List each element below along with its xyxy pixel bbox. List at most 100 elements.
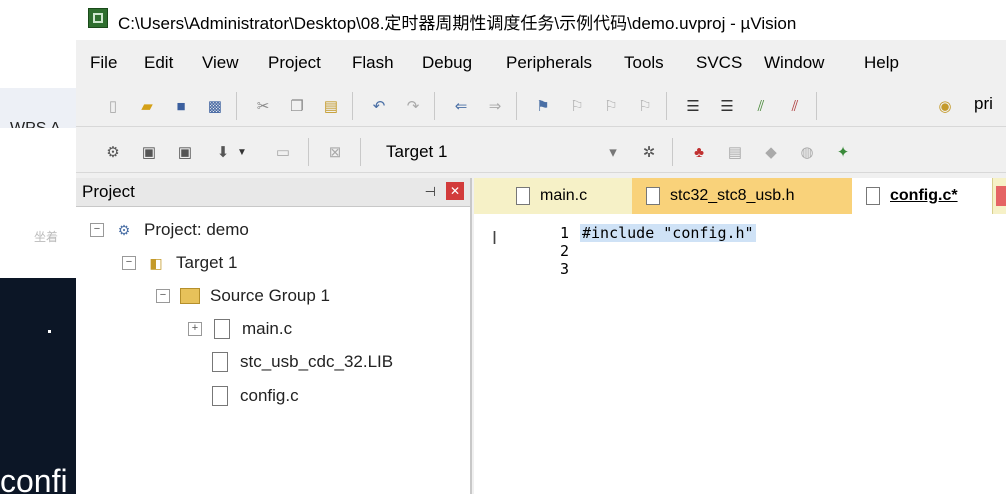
prev-bookmark-icon[interactable]: ⚐ [566, 95, 588, 117]
file-toolbar: ▯ ▰ ■ ▩ ✂ ❐ ▤ ↶ ↷ ⇐ ⇒ ⚑ ⚐ ⚐ ⚐ ☰ ☰ ⫽ ⫽ ◉ … [76, 86, 1006, 127]
menu-edit[interactable]: Edit [144, 53, 173, 73]
tab-stc32-stc8-usb-h[interactable]: stc32_stc8_usb.h [632, 178, 853, 214]
dark-background-panel: confi [0, 278, 76, 494]
comment-icon[interactable]: ⫽ [750, 95, 772, 117]
text-cursor-icon: I [492, 228, 498, 248]
tab-config-c[interactable]: config.c* [852, 178, 993, 214]
editor-area: main.c stc32_stc8_usb.h config.c* I 1 2 … [474, 178, 1006, 494]
find-in-files-icon[interactable]: ◉ [934, 95, 956, 117]
new-file-icon[interactable]: ▯ [102, 95, 124, 117]
tree-label: stc_usb_cdc_32.LIB [240, 352, 394, 371]
file-icon [516, 187, 530, 205]
title-bar: C:\Users\Administrator\Desktop\08.定时器周期性… [76, 0, 1006, 40]
tree-label: Target 1 [176, 253, 238, 272]
paste-icon[interactable]: ▤ [320, 95, 342, 117]
uncomment-icon[interactable]: ⫽ [784, 95, 806, 117]
line-number: 1 [560, 224, 570, 242]
save-icon[interactable]: ■ [170, 95, 192, 117]
tree-target[interactable]: − ◧ Target 1 [122, 249, 237, 277]
line-number: 2 [560, 242, 570, 260]
pin-icon[interactable]: ⊣ [425, 184, 436, 200]
bookmark-icon[interactable]: ⚑ [532, 95, 554, 117]
options-for-target-icon[interactable]: ✲ [638, 141, 660, 163]
tree-label: main.c [242, 319, 293, 338]
save-all-icon[interactable]: ▩ [204, 95, 226, 117]
project-icon: ⚙ [117, 221, 131, 238]
tab-main-c[interactable]: main.c [502, 178, 633, 214]
tree-file-main-c[interactable]: + main.c [188, 315, 292, 343]
build-toolbar: ⚙ ▣ ▣ ⬇ ▼ ▭ ⊠ Target 1 ▾ ✲ ♣ ▤ ◆ ◍ ✦ [76, 132, 1006, 173]
menu-window[interactable]: Window [764, 53, 824, 73]
tree-label: config.c [240, 386, 299, 405]
clear-bookmarks-icon[interactable]: ⚐ [634, 95, 656, 117]
collapse-toggle-icon[interactable]: − [122, 256, 136, 270]
wps-taskbar-item[interactable]: WPS A [0, 88, 76, 137]
collapse-toggle-icon[interactable]: − [90, 223, 104, 237]
code-line-selected[interactable]: #include "config.h" [580, 224, 756, 242]
project-panel-title: Project [82, 182, 135, 201]
window-title: C:\Users\Administrator\Desktop\08.定时器周期性… [118, 14, 797, 33]
editor-tabs: main.c stc32_stc8_usb.h config.c* [474, 178, 1006, 215]
redo-icon[interactable]: ↷ [402, 95, 424, 117]
code-editor[interactable]: I 1 2 3 #include "config.h" [474, 214, 1006, 494]
faint-background-text: 坐着 [34, 230, 59, 244]
menu-flash[interactable]: Flash [352, 53, 394, 73]
tree-label: Source Group 1 [210, 286, 331, 305]
open-folder-icon[interactable]: ▰ [136, 95, 158, 117]
file-icon [210, 352, 230, 372]
navigate-forward-icon[interactable]: ⇒ [484, 95, 506, 117]
build-icon[interactable]: ▣ [138, 141, 160, 163]
menu-svcs[interactable]: SVCS [696, 53, 742, 73]
tree-label: Project: demo [144, 220, 249, 239]
tree-project-root[interactable]: − ⚙ Project: demo [90, 216, 249, 244]
tree-file-config-c[interactable]: config.c [210, 382, 299, 410]
batch-build-icon[interactable]: ⊠ [324, 141, 346, 163]
manage-runtime-icon[interactable]: ◆ [760, 141, 782, 163]
unindent-icon[interactable]: ☰ [716, 95, 738, 117]
translate-icon[interactable]: ⚙ [102, 141, 124, 163]
clipped-toolbar-label: pri [974, 94, 993, 113]
next-bookmark-icon[interactable]: ⚐ [600, 95, 622, 117]
tree-file-lib[interactable]: stc_usb_cdc_32.LIB [210, 348, 393, 376]
download-icon[interactable]: ⬇ [212, 141, 234, 163]
menu-file[interactable]: File [90, 53, 117, 73]
expand-toggle-icon[interactable]: + [188, 322, 202, 336]
file-icon [866, 187, 880, 205]
menu-tools[interactable]: Tools [624, 53, 664, 73]
menu-project[interactable]: Project [268, 53, 321, 73]
chevron-down-icon[interactable]: ▼ [236, 141, 248, 163]
target-icon: ◧ [149, 254, 163, 271]
collapse-toggle-icon[interactable]: − [156, 289, 170, 303]
menu-peripherals[interactable]: Peripherals [506, 53, 592, 73]
uvision-window: C:\Users\Administrator\Desktop\08.定时器周期性… [76, 0, 1006, 494]
select-software-packs-icon[interactable]: ▤ [724, 141, 746, 163]
menu-view[interactable]: View [202, 53, 239, 73]
navigate-back-icon[interactable]: ⇐ [450, 95, 472, 117]
file-icon [212, 319, 232, 339]
desktop-background: WPS A 坐着 confi [0, 0, 76, 494]
folder-icon [180, 286, 200, 306]
undo-icon[interactable]: ↶ [368, 95, 390, 117]
rebuild-icon[interactable]: ▣ [174, 141, 196, 163]
manage-components-icon[interactable]: ♣ [688, 141, 710, 163]
project-panel-header: Project ⊣ ✕ [76, 178, 470, 207]
multi-project-icon[interactable]: ✦ [832, 141, 854, 163]
stop-build-icon[interactable]: ▭ [272, 141, 294, 163]
uvision-app-icon [88, 8, 108, 28]
indent-icon[interactable]: ☰ [682, 95, 704, 117]
tab-overflow-marker [996, 186, 1006, 206]
target-select-value: Target 1 [386, 142, 448, 161]
project-panel: Project ⊣ ✕ − ⚙ Project: demo − ◧ Target… [76, 178, 472, 494]
menu-help[interactable]: Help [864, 53, 899, 73]
copy-icon[interactable]: ❐ [286, 95, 308, 117]
cut-icon[interactable]: ✂ [252, 95, 274, 117]
file-icon [646, 187, 660, 205]
tree-source-group[interactable]: − Source Group 1 [156, 282, 330, 310]
close-icon[interactable]: ✕ [446, 182, 464, 200]
line-number: 3 [560, 260, 570, 278]
target-select[interactable]: Target 1 [376, 138, 632, 166]
pack-installer-icon[interactable]: ◍ [796, 141, 818, 163]
menu-bar: File Edit View Project Flash Debug Perip… [76, 48, 1006, 78]
target-dropdown-icon[interactable]: ▾ [602, 141, 624, 163]
menu-debug[interactable]: Debug [422, 53, 472, 73]
